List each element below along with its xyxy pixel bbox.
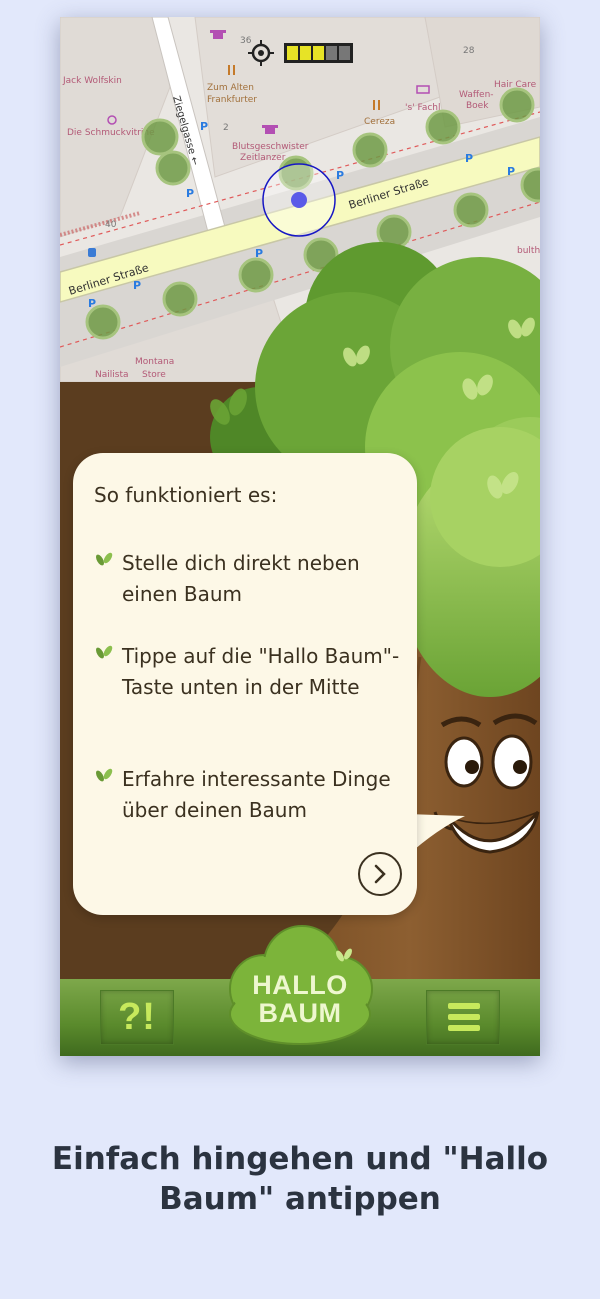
user-location-marker <box>262 163 336 237</box>
poi-waffen-1[interactable]: Waffen- <box>459 90 494 100</box>
help-step-text: Erfahre interessante Dinge über deinen B… <box>122 767 391 822</box>
tree-marker[interactable] <box>499 87 535 123</box>
signal-segment <box>300 46 311 60</box>
poi-jack-wolfskin[interactable]: Jack Wolfskin <box>62 76 122 86</box>
poi-montana-1[interactable]: Montana <box>135 357 174 367</box>
parking-icon: P <box>133 279 141 292</box>
signal-segment <box>339 46 350 60</box>
help-step-text: Tippe auf die "Hallo Baum"-Taste unten i… <box>122 644 400 699</box>
leaf-bullet-icon <box>96 645 113 659</box>
gps-signal-indicator <box>284 43 353 63</box>
parking-icon: P <box>465 152 473 165</box>
app-screen: Berliner Straße Berliner Straße Ziegelga… <box>60 17 540 1056</box>
tree-marker[interactable] <box>425 109 461 145</box>
tree-marker[interactable] <box>238 257 274 293</box>
house-number-40: 40 <box>105 220 117 230</box>
caption: Einfach hingehen und "Hallo Baum" antipp… <box>51 1141 549 1217</box>
menu-button[interactable] <box>426 990 500 1045</box>
parking-icon: P <box>200 120 208 133</box>
next-button[interactable] <box>358 852 402 896</box>
help-button[interactable]: ?! <box>100 990 174 1045</box>
house-number-28: 28 <box>463 46 475 56</box>
help-title: So funktioniert es: <box>94 483 278 507</box>
hallo-baum-label-line1: HALLO <box>252 970 348 1000</box>
poi-blutsgeschwister-2: Zeitlanzer <box>240 153 286 163</box>
map-view[interactable]: Berliner Straße Berliner Straße Ziegelga… <box>60 17 540 383</box>
tree-marker[interactable] <box>141 118 179 156</box>
tree-marker[interactable] <box>352 132 388 168</box>
help-step-text: Stelle dich direkt neben einen Baum <box>122 551 360 606</box>
house-number-2: 2 <box>223 123 229 133</box>
tree-marker[interactable] <box>376 214 412 250</box>
bus-stop-icon <box>88 248 96 257</box>
poi-nailista[interactable]: Nailista <box>95 370 128 380</box>
hallo-baum-label-line2: BAUM <box>258 998 342 1028</box>
tree-marker[interactable] <box>162 281 198 317</box>
parking-icon: P <box>507 165 515 178</box>
poi-zum-alten-1[interactable]: Zum Alten <box>207 83 254 93</box>
parking-icon: P <box>186 187 194 200</box>
poi-waffen-2: Boek <box>466 101 489 111</box>
poi-bulth[interactable]: bulth <box>517 246 540 256</box>
tree-marker[interactable] <box>520 167 540 203</box>
help-button-label: ?! <box>118 996 156 1038</box>
tree-marker[interactable] <box>85 304 121 340</box>
crosshair-icon[interactable] <box>248 40 274 66</box>
map-canvas[interactable]: Berliner Straße Berliner Straße Ziegelga… <box>60 17 540 383</box>
help-step: Stelle dich direkt neben einen Baum <box>94 548 404 610</box>
map-hud <box>248 40 353 66</box>
tree-marker[interactable] <box>453 192 489 228</box>
poi-zum-alten-2: Frankfurter <box>207 95 257 105</box>
signal-segment <box>287 46 298 60</box>
poi-montana-2: Store <box>142 370 166 380</box>
help-step: Erfahre interessante Dinge über deinen B… <box>94 764 404 826</box>
parking-icon: P <box>336 169 344 182</box>
tree-marker[interactable] <box>303 237 339 273</box>
chevron-right-icon <box>374 864 386 884</box>
help-bubble: So funktioniert es: Stelle dich direkt n… <box>73 453 417 915</box>
leaf-bullet-icon <box>96 552 113 566</box>
tree-marker[interactable] <box>155 150 191 186</box>
poi-cereza[interactable]: Cereza <box>364 117 395 127</box>
poi-australia[interactable]: Australia <box>318 298 358 308</box>
leaf-bullet-icon <box>96 768 113 782</box>
signal-segment <box>313 46 324 60</box>
poi-blutsgeschwister-1[interactable]: Blutsgeschwister <box>232 142 309 152</box>
help-step: Tippe auf die "Hallo Baum"-Taste unten i… <box>94 641 404 703</box>
hallo-baum-button[interactable]: HALLO BAUM <box>224 919 376 1049</box>
signal-segment <box>326 46 337 60</box>
